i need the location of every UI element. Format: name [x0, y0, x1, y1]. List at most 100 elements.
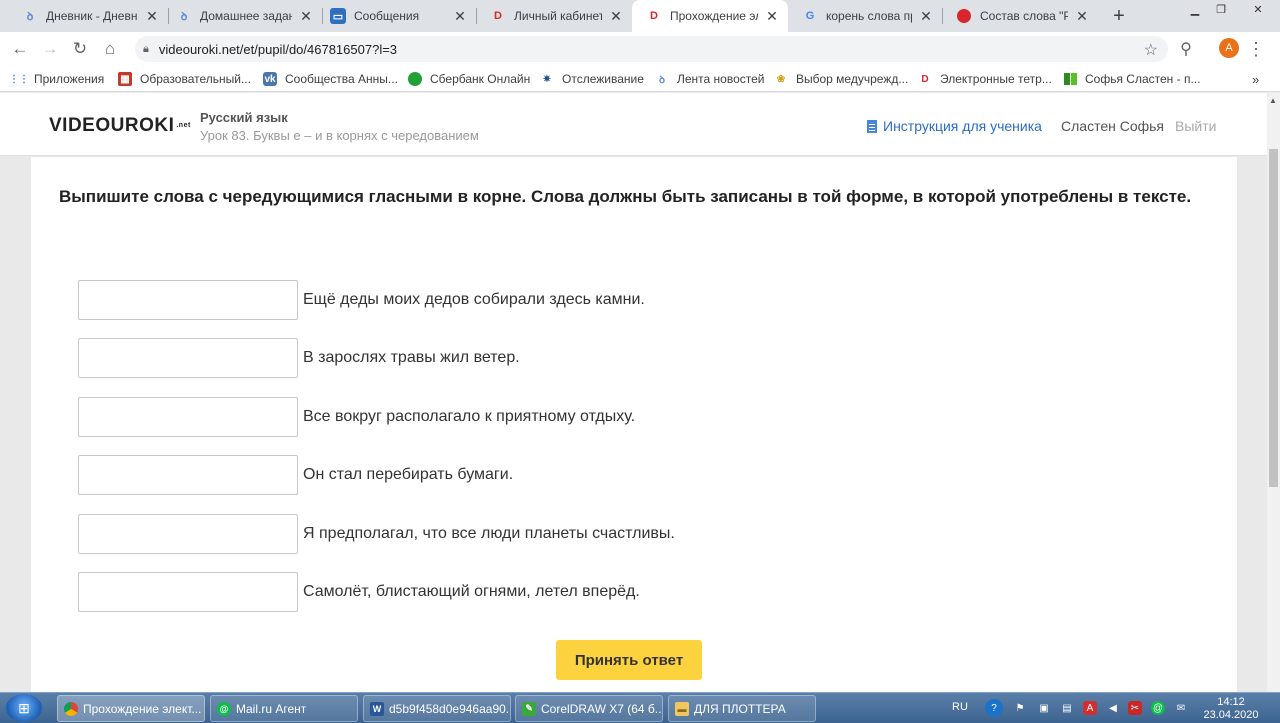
close-icon[interactable]: ✕ — [918, 8, 934, 24]
tab-google-search[interactable]: G корень слова при ✕ — [788, 0, 942, 32]
close-icon[interactable]: ✕ — [764, 8, 780, 24]
circle-red-icon — [956, 8, 972, 24]
mail-tray-icon[interactable]: ✉ — [1174, 701, 1188, 715]
new-tab-button[interactable]: + — [1108, 5, 1130, 27]
flag-icon[interactable]: ⚑ — [1013, 701, 1027, 715]
bookmark-sofya[interactable]: Софья Сластен - п... — [1063, 71, 1200, 87]
instruction-link[interactable]: Инструкция для ученика — [867, 118, 1042, 134]
bookmark-medical[interactable]: ❀ Выбор медучрежд... — [774, 71, 909, 87]
chrome-icon — [64, 701, 78, 716]
mail-agent-tray-icon[interactable]: @ — [1151, 701, 1165, 715]
user-name-link[interactable]: Сластен Софья — [1061, 118, 1164, 134]
videouroki-logo[interactable]: VIDEOUROKI .net — [49, 115, 191, 137]
tab-title: Домашнее задани — [200, 9, 292, 23]
answer-input-6[interactable] — [78, 572, 298, 612]
logo-suffix: .net — [176, 122, 191, 130]
search-icon[interactable]: ⚲ — [1174, 38, 1198, 60]
tab-title: корень слова при — [826, 9, 912, 23]
close-icon[interactable]: ✕ — [298, 8, 314, 24]
profile-avatar[interactable]: A — [1219, 38, 1239, 58]
question-text: Выпишите слова с чередующимися гласными … — [59, 187, 1192, 206]
site-header: VIDEOUROKI .net Русский язык Урок 83. Бук… — [0, 93, 1267, 156]
taskbar-item-coreldraw[interactable]: ✎ CorelDRAW X7 (64 б... — [515, 695, 663, 722]
back-button[interactable]: ← — [8, 38, 32, 60]
taskbar-item-mail-agent[interactable]: @ Mail.ru Агент — [210, 695, 358, 722]
system-clock[interactable]: 14:12 23.04.2020 — [1200, 696, 1262, 722]
lock-icon: 🔒︎ — [143, 42, 149, 55]
tab-title: Дневник - Дневни — [46, 9, 138, 23]
answer-input-1[interactable] — [78, 280, 298, 320]
address-bar[interactable]: 🔒︎ videouroki.net/et/pupil/do/467816507?… — [135, 36, 1168, 62]
tab-messages[interactable]: ▭ Сообщения ✕ — [316, 0, 476, 32]
bookmark-educational[interactable]: ▦ Образовательный... — [118, 71, 251, 87]
tab-personal-cabinet[interactable]: D Личный кабинет у ✕ — [476, 0, 632, 32]
close-icon[interactable]: ✕ — [452, 8, 468, 24]
menu-kebab-icon[interactable]: ⋮ — [1244, 38, 1268, 60]
sentence-text: Ещё деды моих дедов собирали здесь камни… — [303, 291, 645, 308]
close-icon[interactable]: ✕ — [608, 8, 624, 24]
answer-row: Ещё деды моих дедов собирали здесь камни… — [78, 280, 645, 320]
scroll-up-arrow-icon[interactable]: ▲ — [1269, 96, 1277, 105]
tab-word-composition[interactable]: Состав слова "РО ✕ — [942, 0, 1098, 32]
tab-homework[interactable]: ꝺ Домашнее задани ✕ — [162, 0, 322, 32]
taskbar-item-label: CorelDRAW X7 (64 б... — [541, 701, 663, 716]
close-icon[interactable]: ✕ — [144, 8, 160, 24]
diary-icon: ꝺ — [26, 10, 34, 23]
home-button[interactable]: ⌂ — [98, 38, 122, 60]
sentence-text: Самолёт, блистающий огнями, летел вперёд… — [303, 583, 640, 600]
reload-button[interactable]: ↻ — [68, 38, 92, 60]
page-viewport: VIDEOUROKI .net Русский язык Урок 83. Бук… — [0, 93, 1267, 692]
bookmark-star-icon[interactable]: ☆ — [1144, 40, 1158, 60]
start-button[interactable]: ⊞ — [6, 694, 42, 722]
browser-toolbar: ← → ↻ ⌂ 🔒︎ videouroki.net/et/pupil/do/46… — [0, 32, 1280, 66]
answer-input-2[interactable] — [78, 338, 298, 378]
bookmark-label: Электронные тетр... — [940, 72, 1052, 86]
taskbar-item-folder[interactable]: ▬ ДЛЯ ПЛОТТЕРА — [668, 695, 816, 722]
task-card: Выпишите слова с чередующимися гласными … — [31, 157, 1237, 692]
bookmark-apps[interactable]: ⋮⋮ Приложения — [9, 71, 104, 87]
language-indicator[interactable]: RU — [952, 701, 968, 713]
taskbar-item-label: Mail.ru Агент — [236, 701, 307, 716]
bookmark-vk-communities[interactable]: vk Сообщества Анны... — [263, 71, 398, 87]
medical-icon: ❀ — [776, 73, 786, 85]
mail-agent-icon: @ — [217, 701, 231, 716]
close-icon[interactable]: ✕ — [1074, 8, 1090, 24]
url-text: videouroki.net/et/pupil/do/467816507?l=3 — [158, 41, 398, 57]
videouroki-icon: D — [921, 73, 929, 85]
forward-button[interactable]: → — [38, 38, 62, 60]
maximize-button[interactable]: ❐ — [1206, 0, 1236, 18]
bookmarks-overflow-icon[interactable]: » — [1252, 71, 1259, 87]
bookmark-tracking[interactable]: ✷ Отслеживание — [540, 71, 644, 87]
answer-row: Я предполагал, что все люди планеты счас… — [78, 514, 675, 554]
clock-date: 23.04.2020 — [1203, 709, 1259, 721]
page-scrollbar[interactable]: ▲ — [1267, 93, 1280, 692]
tab-active-test[interactable]: D Прохождение эле ✕ — [632, 0, 788, 32]
answer-input-3[interactable] — [78, 397, 298, 437]
device-icon[interactable]: ▣ — [1037, 701, 1051, 715]
volume-icon[interactable]: ◀ — [1106, 701, 1120, 715]
windows-taskbar: ⊞ Прохождение элект... @ Mail.ru Агент W… — [0, 692, 1280, 723]
logout-link[interactable]: Выйти — [1175, 118, 1216, 134]
window-close-button[interactable]: ✕ — [1240, 0, 1276, 18]
bookmark-sberbank[interactable]: Сбербанк Онлайн — [408, 71, 530, 87]
folder-icon: ▬ — [675, 701, 689, 716]
answer-input-4[interactable] — [78, 455, 298, 495]
submit-answer-button[interactable]: Принять ответ — [556, 640, 702, 680]
tab-title: Личный кабинет у — [514, 9, 602, 23]
taskbar-item-chrome[interactable]: Прохождение элект... — [57, 695, 205, 722]
apps-grid-icon: ⋮⋮ — [9, 73, 29, 85]
bookmark-electronic-notebooks[interactable]: D Электронные тетр... — [918, 71, 1052, 87]
network-icon[interactable]: ▤ — [1060, 701, 1074, 715]
scrollbar-thumb[interactable] — [1269, 149, 1278, 487]
taskbar-item-word[interactable]: W d5b9f458d0e946aa90... — [363, 695, 511, 722]
tab-diary[interactable]: ꝺ Дневник - Дневни ✕ — [8, 0, 168, 32]
instruction-link-label: Инструкция для ученика — [883, 118, 1042, 134]
red-tool-icon[interactable]: ✂ — [1128, 701, 1142, 715]
pdf-icon[interactable]: A — [1083, 701, 1097, 715]
bookmark-news-feed[interactable]: ꝺ Лента новостей — [655, 71, 765, 87]
tab-title: Сообщения — [354, 9, 420, 23]
help-icon[interactable]: ? — [985, 699, 1003, 717]
answer-input-5[interactable] — [78, 514, 298, 554]
diary-icon: ꝺ — [180, 10, 188, 23]
document-icon — [867, 120, 877, 133]
